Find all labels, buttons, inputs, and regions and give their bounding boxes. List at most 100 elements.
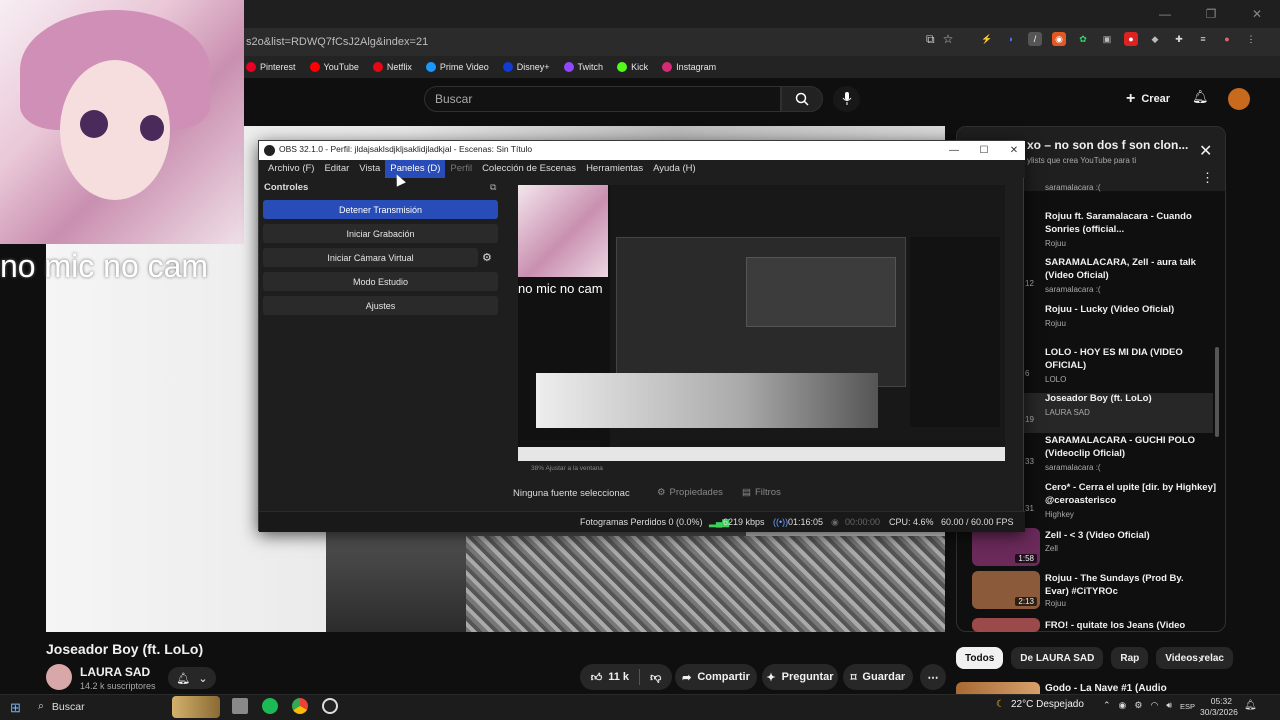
thumbs-down-icon[interactable]: 👎︎ xyxy=(650,671,661,684)
extension-icon[interactable]: ▣ xyxy=(1100,32,1114,46)
playlist-item[interactable]: SARAMALACARA, Zell - aura talk (Video Of… xyxy=(1045,256,1225,294)
obs-preview[interactable]: no mic no cam xyxy=(518,185,1005,461)
playlist-item[interactable]: Rojuu ft. Saramalacara - Cuando Sonries … xyxy=(1045,210,1225,248)
obs-maximize-button[interactable]: ☐ xyxy=(969,141,999,160)
clock[interactable]: 05:32 30/3/2026 xyxy=(1200,696,1238,718)
like-button[interactable]: 👍︎ 11 k 👎︎ xyxy=(580,664,672,690)
tray-app-icon[interactable]: ⚙ xyxy=(1134,700,1142,711)
bookmark-item[interactable]: Instagram xyxy=(662,58,716,75)
extension-icon[interactable]: ◉ xyxy=(1052,32,1066,46)
playlist-item[interactable]: Cero* - Cerra el upite [dir. by Highkey]… xyxy=(1045,481,1225,519)
studio-mode-button[interactable]: Modo Estudio xyxy=(263,272,498,291)
search-highlight-image[interactable] xyxy=(172,696,220,718)
close-button[interactable]: ✕ xyxy=(1234,0,1280,28)
task-view-icon[interactable] xyxy=(232,698,248,714)
extension-icon[interactable]: / xyxy=(1028,32,1042,46)
bookmark-item[interactable]: Pinterest xyxy=(246,58,296,75)
filter-chip[interactable]: Videos relac xyxy=(1156,647,1233,669)
filters-button[interactable]: ▤ Filtros xyxy=(742,487,781,498)
obs-menu-item[interactable]: Editar xyxy=(319,160,354,178)
extension-icon[interactable]: ◗ xyxy=(1004,32,1018,46)
start-virtual-camera-button[interactable]: Iniciar Cámara Virtual xyxy=(263,248,478,267)
avatar[interactable] xyxy=(1228,88,1250,110)
spotify-icon[interactable] xyxy=(262,698,278,714)
playlist-item[interactable]: Rojuu - Lucky (Video Oficial) Rojuu xyxy=(1045,303,1225,328)
extension-icon[interactable]: ● xyxy=(1124,32,1138,46)
create-button[interactable]: + Crear xyxy=(1126,88,1170,110)
video-title[interactable]: Rojuu - The Sundays (Prod By. Evar) #CiT… xyxy=(1045,572,1195,598)
tray-app-icon[interactable]: ◉ xyxy=(1119,700,1127,711)
playlist-item[interactable]: Joseador Boy (ft. LoLo) LAURA SAD xyxy=(1045,392,1225,417)
bookmark-star-icon[interactable]: ☆ xyxy=(943,32,954,47)
share-button[interactable]: ➦ Compartir xyxy=(675,664,757,690)
chevron-right-icon[interactable]: › xyxy=(1198,651,1202,666)
video-thumbnail[interactable]: 1:58 xyxy=(972,528,1040,566)
voice-search-button[interactable] xyxy=(833,86,860,112)
filter-chip[interactable]: De LAURA SAD xyxy=(1011,647,1104,669)
obs-close-button[interactable]: ✕ xyxy=(999,141,1029,160)
close-icon[interactable]: ✕ xyxy=(1199,141,1212,161)
next-video-title[interactable]: Godo - La Nave #1 (Audio xyxy=(1045,683,1167,694)
properties-button[interactable]: ⚙ Propiedades xyxy=(657,487,723,498)
obs-menu-item[interactable]: Herramientas xyxy=(581,160,648,178)
obs-menu-item[interactable]: Perfil xyxy=(445,160,477,178)
wifi-icon[interactable]: ◠ xyxy=(1150,700,1158,711)
cast-icon[interactable]: ⧉ xyxy=(926,32,935,47)
bookmark-item[interactable]: Prime Video xyxy=(425,58,489,75)
volume-icon[interactable]: 🔊︎ xyxy=(1166,700,1172,711)
dock-undock-icon[interactable]: ⧉ xyxy=(490,182,496,193)
save-button[interactable]: ⌑ Guardar xyxy=(843,664,913,690)
start-recording-button[interactable]: Iniciar Grabación xyxy=(263,224,498,243)
extension-icon[interactable]: ✿ xyxy=(1076,32,1090,46)
weather-widget[interactable]: ☾ 22°C Despejado xyxy=(996,699,1084,710)
gear-icon[interactable]: ⚙ xyxy=(482,251,492,264)
bookmark-item[interactable]: Kick xyxy=(617,58,648,75)
maximize-button[interactable]: ❐ xyxy=(1188,0,1234,28)
chevron-up-icon[interactable]: ⌃ xyxy=(1103,700,1111,711)
bookmark-item[interactable]: Disney+ xyxy=(502,58,550,75)
video-title[interactable]: Zell - < 3 (Video Oficial) xyxy=(1045,529,1195,542)
obs-menu-item[interactable]: Archivo (F) xyxy=(263,160,319,178)
filter-chip[interactable]: Todos xyxy=(956,647,1004,669)
obs-menu-item[interactable]: Colección de Escenas xyxy=(477,160,581,178)
media-icon[interactable]: ≡ xyxy=(1196,32,1210,46)
channel-avatar[interactable] xyxy=(46,664,72,690)
playlist-title[interactable]: xo – no son dos f son clon... xyxy=(1027,138,1188,152)
settings-button[interactable]: Ajustes xyxy=(263,296,498,315)
taskbar-search[interactable]: ⌕ Buscar xyxy=(38,700,85,713)
chrome-icon[interactable] xyxy=(292,698,308,714)
playlist-item[interactable]: LOLO - HOY ES MI DIA (VIDEO OFICIAL) LOLO xyxy=(1045,346,1225,384)
language-indicator[interactable]: ESP xyxy=(1180,702,1195,711)
obs-icon[interactable] xyxy=(322,698,338,714)
minimize-button[interactable]: — xyxy=(1142,0,1188,28)
bookmark-item[interactable]: Twitch xyxy=(563,58,603,75)
video-thumbnail[interactable] xyxy=(972,618,1040,632)
search-button[interactable] xyxy=(781,86,823,112)
playlist-item[interactable]: SARAMALACARA - GUCHI POLO (Videoclip Ofi… xyxy=(1045,434,1225,472)
more-actions-button[interactable]: ⋯ xyxy=(920,664,946,690)
search-input[interactable]: Buscar xyxy=(424,86,781,112)
extension-icon[interactable]: ◆ xyxy=(1148,32,1162,46)
preview-zoom[interactable]: 38% Ajustar a la ventana xyxy=(531,465,603,472)
notification-icon[interactable]: 🔔︎ xyxy=(1244,700,1257,711)
playlist-item[interactable]: saramalacara :( xyxy=(1045,180,1225,192)
bookmark-item[interactable]: Netflix xyxy=(372,58,412,75)
obs-minimize-button[interactable]: — xyxy=(939,141,969,160)
ask-button[interactable]: ✦ Preguntar xyxy=(762,664,838,690)
profile-icon[interactable]: ● xyxy=(1220,32,1234,46)
filter-chip[interactable]: Rap xyxy=(1111,647,1149,669)
subscription-bell-button[interactable]: 🔔︎ ⌄ xyxy=(168,667,216,689)
extensions-puzzle-icon[interactable]: ✚ xyxy=(1172,32,1186,46)
notifications-bell-icon[interactable]: 🔔︎ xyxy=(1192,89,1209,105)
video-title[interactable]: FRO! - quitate los Jeans (Video xyxy=(1045,619,1195,632)
channel-name[interactable]: LAURA SAD xyxy=(80,665,150,679)
obs-menu-item[interactable]: Vista xyxy=(354,160,385,178)
bookmark-item[interactable]: YouTube xyxy=(309,58,359,75)
windows-start-icon[interactable]: ⊞ xyxy=(10,700,21,716)
stop-stream-button[interactable]: Detener Transmisión xyxy=(263,200,498,219)
menu-dots-icon[interactable]: ⋮ xyxy=(1244,32,1258,46)
extension-icon[interactable]: ⚡ xyxy=(980,32,994,46)
video-thumbnail[interactable]: 2:13 xyxy=(972,571,1040,609)
obs-menu-item[interactable]: Ayuda (H) xyxy=(648,160,701,178)
url-text[interactable]: s2o&list=RDWQ7fCsJ2Alg&index=21 xyxy=(246,32,428,52)
